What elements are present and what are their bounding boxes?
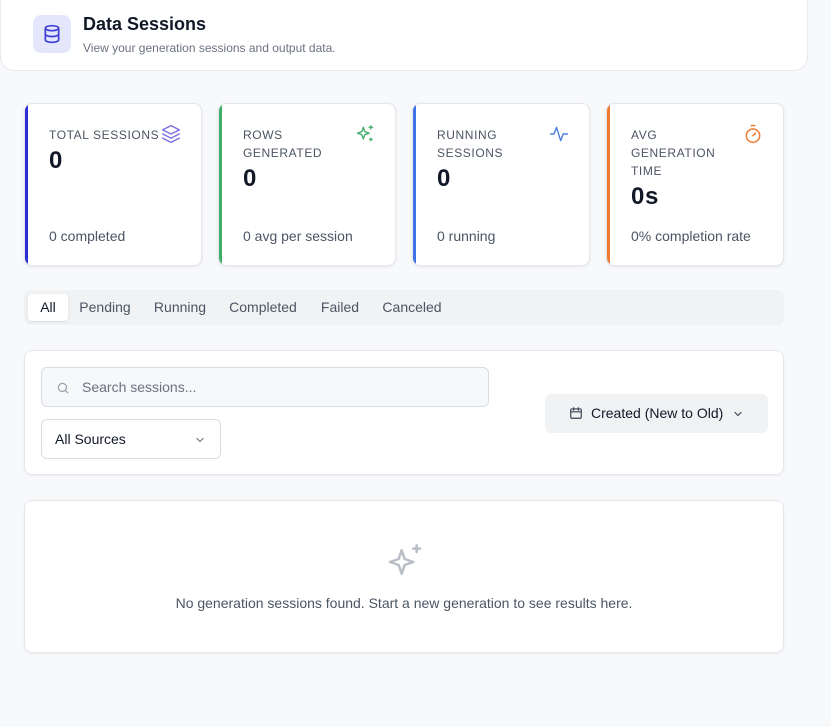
filter-panel: All Sources Created (New to Old): [24, 350, 784, 475]
source-select[interactable]: All Sources: [41, 419, 221, 459]
search-box[interactable]: [41, 367, 489, 407]
card-accent: [25, 104, 28, 265]
stat-value: 0: [243, 165, 257, 192]
empty-state-message: No generation sessions found. Start a ne…: [175, 595, 633, 611]
tab-running[interactable]: Running: [146, 294, 214, 321]
status-tabs: All Pending Running Completed Failed Can…: [24, 290, 784, 325]
timer-icon: [745, 124, 761, 144]
stat-label-text: TOTAL SESSIONS: [49, 128, 160, 142]
stat-label: ROWS GENERATED 0: [243, 126, 333, 194]
stat-footer: 0 avg per session: [243, 228, 353, 244]
page-subtitle: View your generation sessions and output…: [83, 41, 336, 55]
stat-value: 0: [49, 147, 63, 174]
empty-state-panel: No generation sessions found. Start a ne…: [24, 500, 784, 653]
stat-card-avg-generation-time: AVG GENERATION TIME 0s 0% completion rat…: [606, 103, 784, 266]
stat-footer: 0 running: [437, 228, 496, 244]
stat-label: AVG GENERATION TIME 0s: [631, 126, 723, 212]
activity-icon: [549, 126, 569, 142]
sort-button[interactable]: Created (New to Old): [545, 394, 768, 433]
card-accent: [219, 104, 222, 265]
stat-footer: 0% completion rate: [631, 228, 751, 244]
search-input[interactable]: [82, 368, 482, 406]
layers-icon: [161, 124, 181, 144]
stat-label-text: ROWS GENERATED: [243, 128, 323, 160]
stat-card-total-sessions: TOTAL SESSIONS 0 0 completed: [24, 103, 202, 266]
tab-all[interactable]: All: [28, 294, 68, 321]
tab-failed[interactable]: Failed: [312, 294, 368, 321]
stat-value: 0s: [631, 183, 659, 210]
stat-label-text: AVG GENERATION TIME: [631, 128, 716, 178]
tab-canceled[interactable]: Canceled: [376, 294, 448, 321]
page-header: Data Sessions View your generation sessi…: [0, 0, 808, 71]
tab-completed[interactable]: Completed: [222, 294, 304, 321]
stat-value: 0: [437, 165, 451, 192]
stat-card-rows-generated: ROWS GENERATED 0 0 avg per session: [218, 103, 396, 266]
card-accent: [413, 104, 416, 265]
card-accent: [607, 104, 610, 265]
stat-label: TOTAL SESSIONS 0: [49, 126, 167, 176]
chevron-down-icon: [196, 437, 204, 443]
sort-label: Created (New to Old): [591, 405, 724, 421]
sparkles-icon: [356, 124, 374, 142]
tab-pending[interactable]: Pending: [72, 294, 138, 321]
chevron-down-icon: [734, 411, 742, 417]
source-select-value: All Sources: [55, 431, 126, 447]
sparkles-icon: [388, 544, 422, 575]
stat-label-text: RUNNING SESSIONS: [437, 128, 504, 160]
calendar-icon: [570, 407, 582, 419]
search-icon: [57, 382, 69, 394]
stat-footer: 0 completed: [49, 228, 126, 244]
stat-label: RUNNING SESSIONS 0: [437, 126, 527, 194]
page-title: Data Sessions: [83, 14, 207, 34]
stat-card-running-sessions: RUNNING SESSIONS 0 0 running: [412, 103, 590, 266]
database-icon: [33, 15, 71, 53]
